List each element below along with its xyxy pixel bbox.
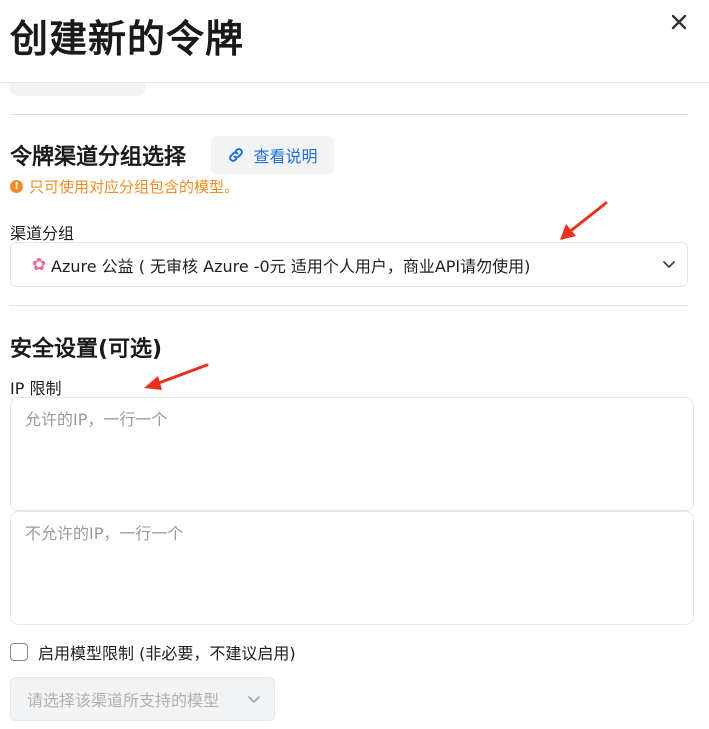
group-note-text: 只可使用对应分组包含的模型。 — [29, 178, 240, 196]
model-limit-toggle[interactable]: 启用模型限制 (非必要，不建议启用) — [10, 640, 296, 664]
create-token-modal: 创建新的令牌 令牌渠道分组选择 查看说明 ! 只可使用对应分组包含的模型。 渠道… — [0, 0, 709, 729]
chevron-down-icon — [248, 696, 260, 703]
cherry-blossom-icon: ✿ — [31, 254, 47, 275]
channel-group-select[interactable]: ✿ Azure 公益 ( 无审核 Azure -0元 适用个人用户，商业API请… — [10, 242, 688, 287]
denied-ip-input[interactable] — [10, 511, 694, 625]
model-limit-label: 启用模型限制 (非必要，不建议启用) — [38, 644, 296, 663]
close-button[interactable] — [657, 4, 701, 40]
allowed-ip-input[interactable] — [10, 397, 694, 511]
link-icon — [229, 148, 244, 162]
group-note: ! 只可使用对应分组包含的模型。 — [10, 176, 239, 197]
info-icon: ! — [10, 180, 23, 193]
annotation-arrow-ip — [144, 363, 209, 390]
ip-limit-label: IP 限制 — [10, 379, 62, 398]
section-divider — [10, 114, 688, 115]
group-section-title: 令牌渠道分组选择 — [10, 145, 187, 170]
annotation-arrow-channel — [560, 201, 608, 240]
channel-group-label: 渠道分组 — [10, 224, 75, 243]
security-section-title: 安全设置(可选) — [10, 337, 163, 362]
clipped-control — [10, 83, 145, 96]
model-select-placeholder: 请选择该渠道所支持的模型 — [27, 691, 220, 710]
view-docs-button[interactable]: 查看说明 — [211, 136, 334, 174]
channel-group-value: Azure 公益 ( 无审核 Azure -0元 适用个人用户，商业API请勿使… — [51, 256, 531, 276]
section-divider — [10, 305, 688, 306]
view-docs-label: 查看说明 — [253, 147, 318, 166]
modal-title: 创建新的令牌 — [10, 17, 245, 61]
model-limit-checkbox[interactable] — [10, 643, 28, 661]
close-icon — [671, 14, 687, 30]
model-select[interactable]: 请选择该渠道所支持的模型 — [10, 677, 275, 721]
chevron-down-icon — [663, 261, 675, 268]
